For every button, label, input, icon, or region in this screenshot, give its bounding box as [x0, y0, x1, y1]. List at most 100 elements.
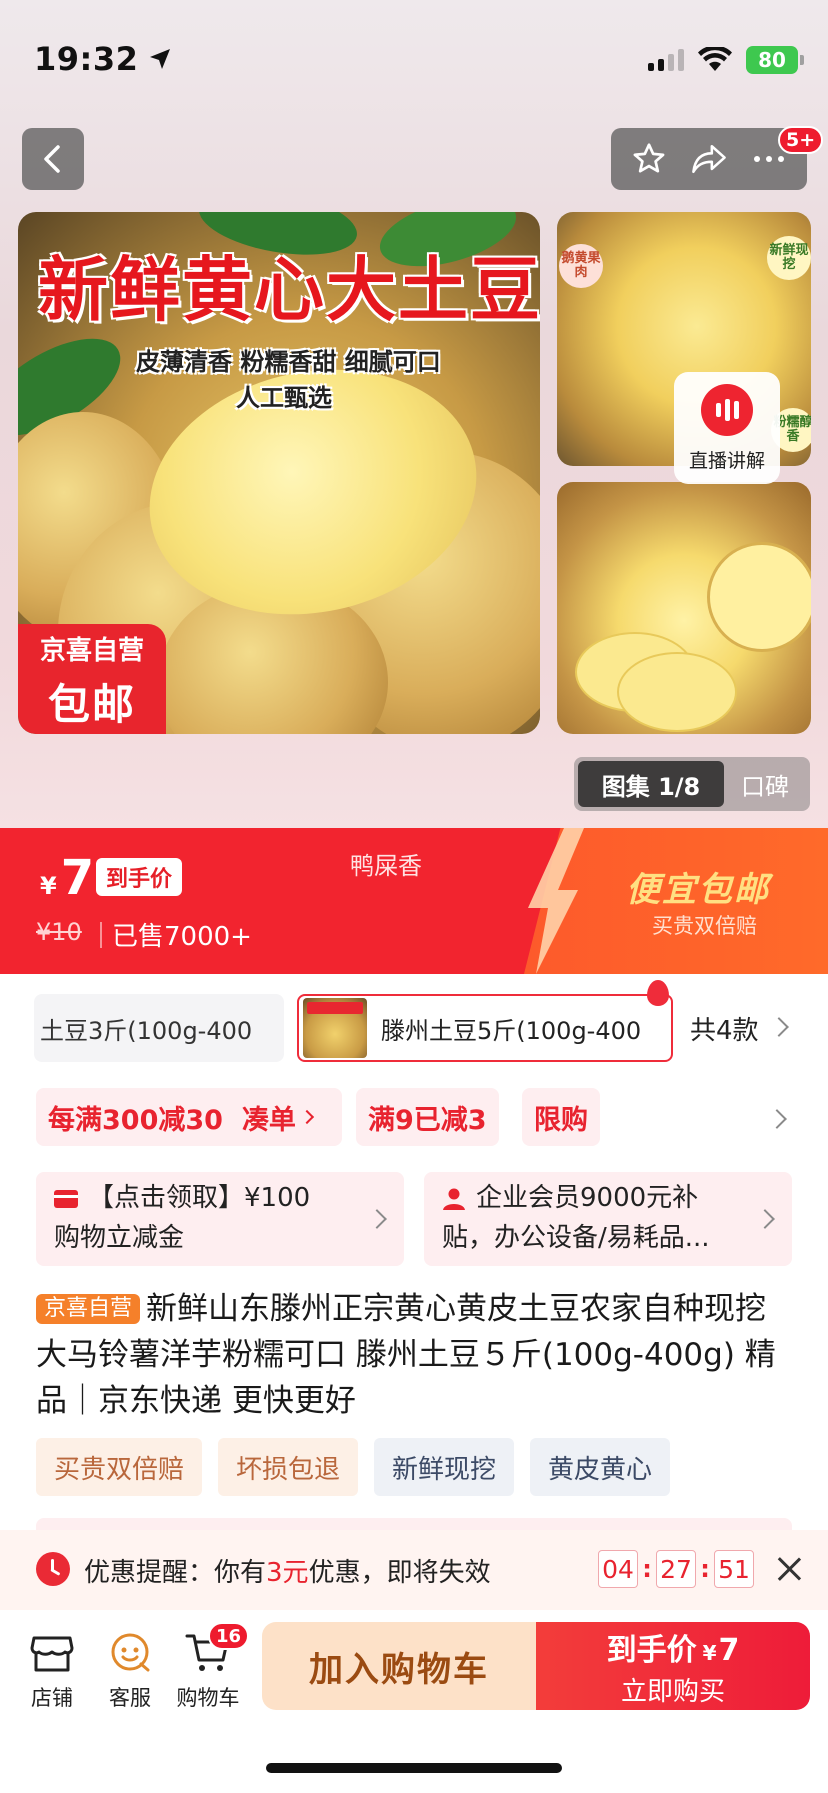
variant-option-5jin[interactable]: 滕州土豆5斤(100g-400 — [297, 994, 673, 1062]
variant-thumbnail — [303, 998, 367, 1058]
combine-order-link[interactable]: 凑单 — [242, 1098, 296, 1137]
main-product-image[interactable]: 新鲜黄心大土豆 皮薄清香 粉糯香甜 细腻可口 人工甄选 京喜自营 包邮 — [18, 212, 540, 734]
live-explain-button[interactable]: 直播讲解 — [674, 372, 780, 484]
location-arrow-icon — [150, 49, 171, 69]
user-icon — [443, 1188, 465, 1210]
status-bar: 19:32 80 — [0, 0, 828, 110]
service-tag-price-guarantee[interactable]: 买贵双倍赔 — [36, 1438, 203, 1496]
chevron-right-icon[interactable] — [769, 1017, 789, 1037]
store-button[interactable]: 店铺 — [12, 1628, 92, 1712]
main-image-subtitle: 皮薄清香 粉糯香甜 细腻可口 — [136, 348, 441, 376]
main-image-title: 新鲜黄心大土豆 — [38, 249, 540, 331]
side-image-2[interactable] — [557, 482, 811, 734]
add-to-cart-button[interactable]: 加入购物车 — [262, 1622, 536, 1710]
battery-level: 80 — [758, 48, 786, 72]
home-indicator — [266, 1763, 562, 1773]
favorite-button[interactable] — [627, 137, 671, 181]
price-currency: ¥ — [40, 872, 57, 900]
chevron-left-icon — [44, 145, 60, 173]
tab-reviews[interactable]: 口碑 — [724, 761, 806, 807]
status-time: 19:32 — [34, 40, 139, 78]
original-price: ¥10 — [36, 918, 82, 946]
final-price-tag: 到手价 — [96, 858, 183, 896]
promo-title: 便宜包邮 — [626, 870, 770, 910]
variant-option-3jin[interactable]: 土豆3斤(100g-400 — [34, 994, 284, 1062]
badge-line-2: 包邮 — [47, 680, 136, 729]
discount-applied-chip[interactable]: 满9已减3 — [356, 1088, 499, 1146]
store-icon — [30, 1636, 74, 1672]
back-button[interactable] — [22, 128, 84, 190]
share-icon — [692, 144, 726, 174]
cart-count-badge: 16 — [208, 1622, 250, 1650]
message-badge: 5+ — [778, 126, 824, 154]
coupon-card-2[interactable]: 企业会员9000元补 贴，办公设备/易耗品... — [424, 1172, 792, 1266]
tab-gallery[interactable]: 图集 1/8 — [578, 761, 724, 807]
lightning-bolt-icon — [528, 828, 584, 974]
full-reduction-text: 每满300减30 — [48, 1104, 223, 1136]
chevron-right-icon — [755, 1209, 775, 1229]
variant-name: 鸭屎香 — [350, 852, 422, 880]
coupon-1-line-1: 【点击领取】¥100 — [88, 1183, 311, 1213]
clock-icon — [36, 1552, 70, 1586]
close-icon[interactable] — [774, 1554, 804, 1584]
gallery-switch: 图集 1/8 口碑 — [574, 757, 810, 811]
countdown-hours: 04 — [598, 1550, 638, 1588]
countdown-timer: 04 : 27 : 51 — [598, 1550, 754, 1588]
coupon-1-line-2: 购物立减金 — [54, 1223, 185, 1253]
chevron-right-icon — [367, 1209, 387, 1229]
full-reduction-chip[interactable]: 每满300减30 凑单 — [36, 1088, 342, 1146]
customer-service-icon — [111, 1633, 150, 1672]
card-icon — [54, 1189, 78, 1208]
countdown-separator: : — [642, 1555, 652, 1583]
purchase-limit-chip[interactable]: 限购 — [522, 1088, 600, 1146]
side-tag-1: 鹅黄果肉 — [559, 244, 603, 288]
service-tag-yellow[interactable]: 黄皮黄心 — [530, 1438, 671, 1496]
buy-now-label: 立即购买 — [620, 1676, 725, 1707]
cart-label: 购物车 — [176, 1686, 240, 1710]
cellular-signal-icon — [648, 49, 684, 71]
status-indicators: 80 — [648, 46, 804, 74]
gallery-area: 19:32 80 5+ 新鲜黄心大土豆 皮薄清香 粉糯香甜 细腻可口 人工甄选 … — [0, 0, 828, 828]
buy-price-label: 到手价 — [606, 1632, 697, 1668]
product-title-text: 新鲜山东滕州正宗黄心黄皮土豆农家自种现挖大马铃薯洋芋粉糯可口 滕州土豆５斤(10… — [36, 1291, 776, 1419]
countdown-seconds: 51 — [714, 1550, 754, 1588]
countdown-minutes: 27 — [656, 1550, 696, 1588]
buy-price-line: 到手价 ¥ 7 — [607, 1625, 740, 1669]
sold-count: 已售7000+ — [112, 922, 252, 952]
price-banner: ¥ 7 到手价 ¥10 已售7000+ 鸭屎香 便宜包邮 买贵双倍赔 — [0, 828, 828, 974]
battery-icon: 80 — [746, 46, 804, 74]
coupon-2-line-1: 企业会员9000元补 — [476, 1183, 699, 1213]
product-title: 京喜自营 新鲜山东滕州正宗黄心黄皮土豆农家自种现挖大马铃薯洋芋粉糯可口 滕州土豆５… — [36, 1286, 796, 1424]
store-label: 店铺 — [31, 1686, 73, 1710]
buy-currency: ¥ — [702, 1640, 717, 1665]
service-tag-fresh[interactable]: 新鲜现挖 — [374, 1438, 515, 1496]
reminder-text: 优惠提醒：你有3元优惠，即将失效 — [84, 1552, 491, 1589]
status-time-group: 19:32 — [34, 40, 172, 78]
chevron-right-icon[interactable] — [767, 1109, 787, 1129]
coupon-card-1[interactable]: 【点击领取】¥100 购物立减金 — [36, 1172, 404, 1266]
customer-service-button[interactable]: 客服 — [90, 1628, 170, 1712]
variant-count[interactable]: 共4款 — [690, 1010, 759, 1047]
price-value: 7 — [60, 850, 95, 906]
service-tag-damage-refund[interactable]: 坏损包退 — [218, 1438, 359, 1496]
wifi-icon — [698, 47, 732, 71]
service-label: 客服 — [109, 1686, 151, 1710]
variant-selector: 土豆3斤(100g-400 滕州土豆5斤(100g-400 共4款 — [0, 980, 828, 1064]
countdown-separator: : — [700, 1555, 710, 1583]
promo-row: 每满300减30 凑单 满9已减3 限购 — [0, 1088, 828, 1146]
star-icon — [633, 143, 665, 173]
main-image-subtitle-2: 人工甄选 — [236, 384, 332, 412]
final-price: ¥ 7 — [40, 850, 94, 906]
chevron-right-icon — [299, 1109, 315, 1125]
coupon-reminder-bar[interactable]: 优惠提醒：你有3元优惠，即将失效 04 : 27 : 51 — [0, 1530, 828, 1610]
live-explain-label: 直播讲解 — [688, 449, 765, 472]
badge-line-1: 京喜自营 — [39, 636, 144, 666]
share-button[interactable] — [687, 137, 731, 181]
reminder-amount: 3元 — [266, 1558, 309, 1588]
promo-subtitle: 买贵双倍赔 — [652, 914, 757, 938]
buy-now-button[interactable]: 到手价 ¥ 7 立即购买 — [536, 1622, 810, 1710]
service-tags: 买贵双倍赔 坏损包退 新鲜现挖 黄皮黄心 — [36, 1438, 671, 1496]
reminder-suffix: 优惠，即将失效 — [308, 1558, 491, 1588]
buy-price: 7 — [718, 1632, 740, 1668]
live-bars-icon — [701, 383, 753, 436]
